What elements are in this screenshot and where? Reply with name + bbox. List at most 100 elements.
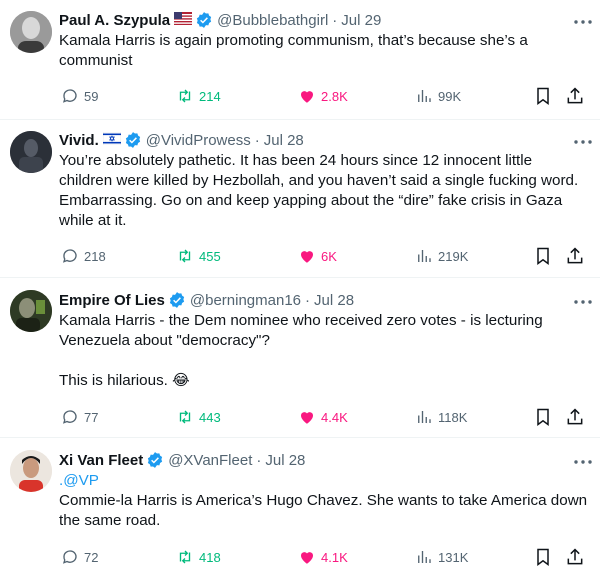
like-count: 2.8K	[321, 88, 348, 104]
tweet[interactable]: Paul A. Szypula @Bubblebathgirl · Jul 29…	[0, 0, 600, 120]
more-icon	[574, 140, 592, 144]
author-handle[interactable]: @XVanFleet	[168, 452, 252, 469]
more-icon	[574, 300, 592, 304]
avatar[interactable]	[10, 11, 52, 53]
reply-icon	[62, 410, 77, 424]
author-name[interactable]: Paul A. Szypula	[59, 12, 170, 29]
bookmark-icon	[537, 87, 549, 105]
avatar[interactable]	[10, 131, 52, 173]
retweet-count: 455	[199, 248, 221, 264]
like-button[interactable]: 4.4K	[298, 407, 348, 427]
views-icon	[418, 411, 431, 423]
tweet-text: Kamala Harris is again promoting communi…	[59, 32, 533, 69]
verified-badge-icon	[195, 11, 213, 29]
author-name[interactable]: Empire Of Lies	[59, 292, 165, 309]
tweet[interactable]: Empire Of Lies @berningman16 · Jul 28 Ka…	[0, 278, 600, 438]
views-button[interactable]: 99K	[415, 86, 461, 106]
bookmark-button[interactable]	[533, 246, 553, 266]
action-bar: 77 443 4.4K 118K	[59, 407, 589, 427]
reply-icon	[62, 89, 77, 103]
bookmark-button[interactable]	[533, 547, 553, 567]
reply-button[interactable]: 77	[61, 407, 98, 427]
tweet[interactable]: Xi Van Fleet @XVanFleet · Jul 28 .@VP Co…	[0, 438, 600, 580]
bookmark-button[interactable]	[533, 407, 553, 427]
heart-icon	[301, 412, 313, 424]
timestamp[interactable]: Jul 29	[341, 12, 381, 29]
us-flag-icon	[174, 11, 193, 29]
like-count: 4.4K	[321, 409, 348, 425]
views-button[interactable]: 131K	[415, 547, 468, 567]
verified-badge-icon	[146, 451, 164, 469]
retweet-count: 443	[199, 409, 221, 425]
views-button[interactable]: 118K	[415, 407, 467, 427]
retweet-button[interactable]: 214	[176, 86, 221, 106]
like-button[interactable]: 2.8K	[298, 86, 348, 106]
views-icon	[418, 90, 431, 102]
bookmark-icon	[537, 548, 549, 566]
share-button[interactable]	[565, 86, 585, 106]
more-options-button[interactable]	[572, 134, 594, 154]
reply-icon	[62, 550, 77, 564]
views-icon	[418, 551, 431, 563]
like-button[interactable]: 4.1K	[298, 547, 348, 567]
tweet-text: Commie-la Harris is America’s Hugo Chave…	[59, 492, 592, 529]
retweet-button[interactable]: 443	[176, 407, 221, 427]
retweet-button[interactable]: 455	[176, 246, 221, 266]
reply-count: 77	[84, 409, 99, 425]
separator: ·	[256, 451, 262, 469]
tweet-text: Kamala Harris - the Dem nominee who rece…	[59, 312, 547, 349]
action-bar: 72 418 4.1K 131K	[59, 547, 589, 567]
view-count: 99K	[438, 88, 462, 104]
view-count: 219K	[438, 248, 469, 264]
more-options-button[interactable]	[572, 454, 594, 474]
reply-button[interactable]: 59	[61, 86, 98, 106]
bookmark-icon	[537, 408, 549, 426]
more-options-button[interactable]	[572, 14, 594, 34]
retweet-button[interactable]: 418	[176, 547, 221, 567]
share-icon	[567, 408, 583, 425]
view-count: 131K	[438, 549, 469, 565]
bookmark-icon	[537, 247, 549, 265]
retweet-icon	[179, 89, 191, 103]
author-name[interactable]: Vivid.	[59, 132, 99, 149]
tweet-text: You’re absolutely pathetic. It has been …	[59, 152, 583, 229]
author-name[interactable]: Xi Van Fleet	[59, 452, 143, 469]
timestamp[interactable]: Jul 28	[314, 292, 354, 309]
verified-badge-icon	[168, 291, 186, 309]
author-handle[interactable]: @VividProwess	[146, 132, 251, 149]
more-icon	[574, 460, 592, 464]
more-icon	[574, 20, 592, 24]
author-handle[interactable]: @berningman16	[190, 292, 301, 309]
view-count: 118K	[438, 409, 468, 425]
avatar[interactable]	[10, 450, 52, 492]
like-count: 4.1K	[321, 549, 348, 565]
timestamp[interactable]: Jul 28	[265, 452, 305, 469]
tweet[interactable]: Vivid. @VividProwess · Jul 28 You’re abs…	[0, 120, 600, 278]
retweet-icon	[179, 410, 191, 424]
tweet-text-paragraph: This is hilarious. 😂	[59, 372, 190, 389]
heart-icon	[301, 552, 313, 564]
reply-count: 72	[84, 549, 99, 565]
more-options-button[interactable]	[572, 294, 594, 314]
share-button[interactable]	[565, 547, 585, 567]
share-icon	[567, 247, 583, 264]
reply-button[interactable]: 218	[61, 246, 106, 266]
views-button[interactable]: 219K	[415, 246, 468, 266]
share-button[interactable]	[565, 246, 585, 266]
share-button[interactable]	[565, 407, 585, 427]
action-bar: 218 455 6K 219K	[59, 246, 589, 266]
like-button[interactable]: 6K	[298, 246, 337, 266]
reply-icon	[62, 249, 77, 263]
reply-button[interactable]: 72	[61, 547, 98, 567]
bookmark-button[interactable]	[533, 86, 553, 106]
share-icon	[567, 548, 583, 565]
separator: ·	[305, 291, 311, 309]
tweet-feed: Paul A. Szypula @Bubblebathgirl · Jul 29…	[0, 0, 600, 580]
avatar[interactable]	[10, 290, 52, 332]
mention-link[interactable]: .@VP	[59, 471, 588, 491]
separator: ·	[332, 11, 338, 29]
author-handle[interactable]: @Bubblebathgirl	[217, 12, 328, 29]
views-icon	[418, 250, 431, 262]
timestamp[interactable]: Jul 28	[264, 132, 304, 149]
retweet-count: 418	[199, 549, 221, 565]
